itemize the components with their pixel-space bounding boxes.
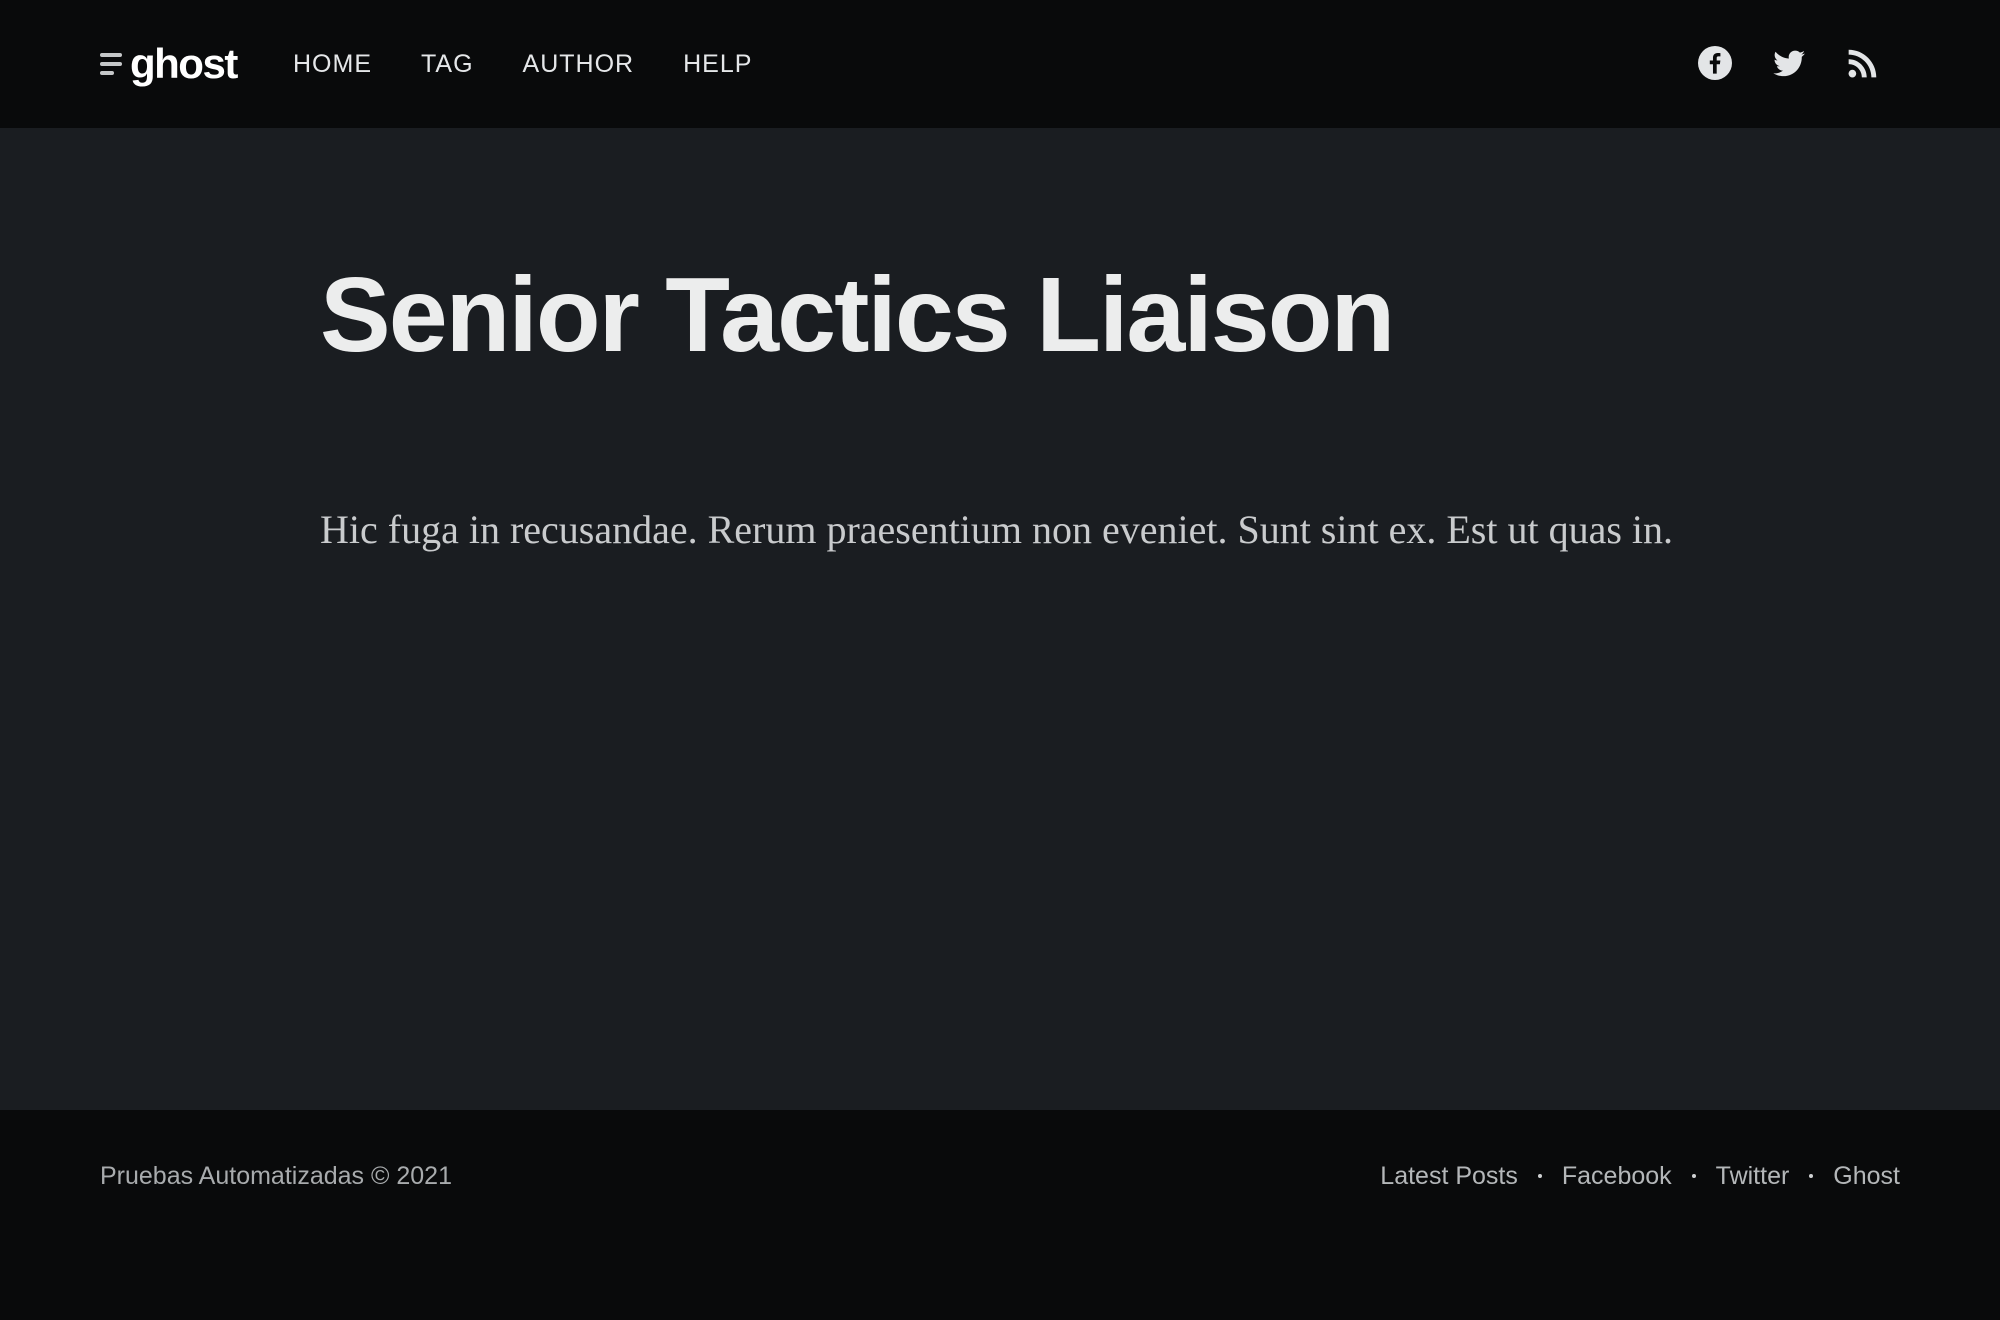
nav-home[interactable]: HOME	[293, 44, 372, 84]
rss-link[interactable]	[1846, 46, 1880, 80]
nav-tag[interactable]: TAG	[421, 44, 474, 84]
separator-dot	[1537, 1174, 1542, 1178]
nav-author[interactable]: AUTHOR	[523, 44, 635, 84]
post-content: Hic fuga in recusandae. Rerum praesentiu…	[320, 507, 1674, 552]
logo-text: ghost	[130, 40, 238, 87]
site-header: ghost HOME TAG AUTHOR HELP	[0, 0, 2000, 128]
facebook-link[interactable]	[1698, 46, 1732, 80]
footer-link-twitter[interactable]: Twitter	[1716, 1158, 1790, 1194]
social-links	[1698, 46, 1880, 80]
footer-link-facebook[interactable]: Facebook	[1562, 1158, 1672, 1194]
separator-dot	[1691, 1174, 1696, 1178]
main-content: Senior Tactics Liaison Hic fuga in recus…	[0, 128, 2000, 1110]
ghost-logo-icon	[100, 53, 122, 75]
twitter-icon	[1773, 50, 1805, 77]
site-logo[interactable]: ghost	[100, 40, 238, 88]
footer-link-latest-posts[interactable]: Latest Posts	[1380, 1158, 1518, 1194]
nav-help[interactable]: HELP	[683, 44, 752, 84]
page-title: Senior Tactics Liaison	[320, 256, 1395, 374]
twitter-link[interactable]	[1772, 46, 1806, 80]
site-footer: Pruebas Automatizadas © 2021 Latest Post…	[0, 1110, 2000, 1320]
copyright: Pruebas Automatizadas © 2021	[100, 1162, 452, 1190]
footer-nav: Latest Posts Facebook Twitter Ghost	[1380, 1158, 1900, 1194]
footer-link-ghost[interactable]: Ghost	[1833, 1158, 1900, 1194]
facebook-icon	[1698, 46, 1732, 80]
rss-icon	[1848, 49, 1877, 78]
main-nav: HOME TAG AUTHOR HELP	[293, 44, 801, 84]
separator-dot	[1809, 1174, 1814, 1178]
